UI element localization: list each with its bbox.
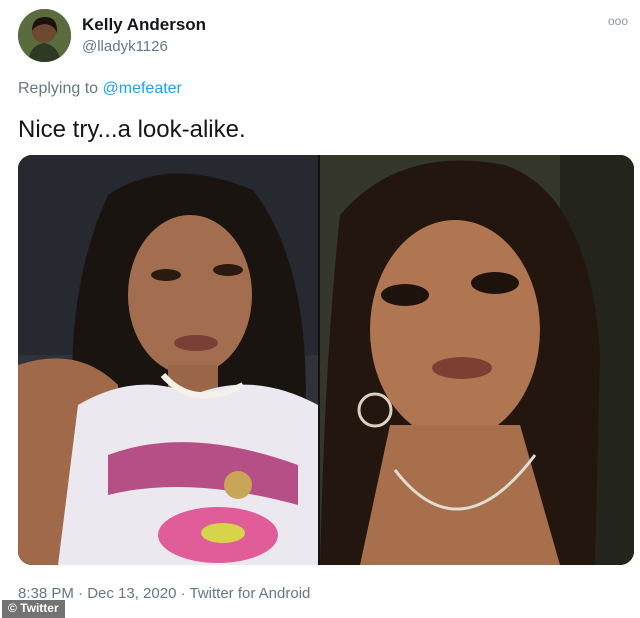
photo-right-image: [320, 155, 634, 565]
reply-prefix: Replying to: [18, 80, 99, 97]
more-options-icon[interactable]: ooo: [608, 14, 628, 28]
twitter-watermark: © Twitter: [2, 600, 65, 618]
tweet-text: Nice try...a look-alike.: [18, 116, 246, 143]
replying-to: Replying to @mefeater: [18, 80, 182, 98]
author-handle[interactable]: @lladyk1126: [82, 38, 168, 55]
photo-right[interactable]: [320, 155, 634, 565]
tweet-media[interactable]: [18, 155, 634, 565]
tweet-card: Kelly Anderson @lladyk1126 ooo Replying …: [0, 0, 640, 618]
author-avatar[interactable]: [18, 9, 71, 62]
reply-mention-link[interactable]: @mefeater: [103, 80, 182, 97]
photo-left[interactable]: [18, 155, 318, 565]
avatar-image: [18, 9, 71, 62]
photo-left-image: [18, 155, 318, 565]
author-name[interactable]: Kelly Anderson: [82, 15, 206, 35]
